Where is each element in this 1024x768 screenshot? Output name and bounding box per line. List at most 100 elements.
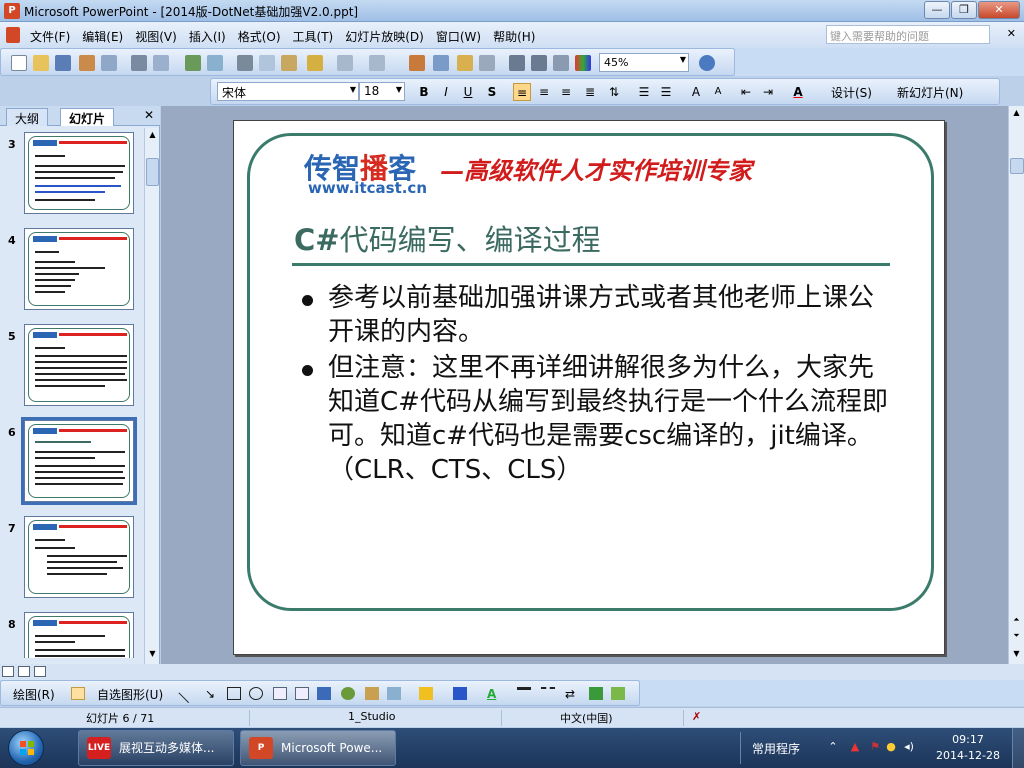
diagram-icon[interactable]: [341, 687, 355, 700]
insert-hyperlink-icon[interactable]: [479, 55, 495, 71]
draw-menu-button[interactable]: 绘图(R): [13, 686, 55, 703]
close-icon[interactable]: ✕: [144, 108, 154, 122]
thumbnail-row[interactable]: 3: [0, 128, 144, 218]
thumbnails-scrollbar[interactable]: ▲ ▼: [144, 128, 159, 664]
powerpoint-icon[interactable]: P: [4, 3, 20, 19]
copy-icon[interactable]: [259, 55, 275, 71]
previous-slide-icon[interactable]: ⏶: [1010, 615, 1023, 628]
format-painter-icon[interactable]: [307, 55, 323, 71]
zoom-select[interactable]: 45% ▼: [599, 53, 689, 72]
clipart-icon[interactable]: [365, 687, 379, 700]
taskbar-item-powerpoint[interactable]: P Microsoft Powe...: [240, 730, 396, 766]
next-slide-icon[interactable]: ⏷: [1010, 631, 1023, 644]
save-icon[interactable]: [55, 55, 71, 71]
textbox-icon[interactable]: [273, 687, 287, 700]
thumbnail-row-selected[interactable]: 6: [0, 416, 144, 506]
line-color-icon[interactable]: [453, 687, 467, 700]
document-close-icon[interactable]: ✕: [1007, 27, 1016, 40]
shadow-button[interactable]: S: [483, 83, 501, 101]
increase-font-button[interactable]: A: [687, 83, 705, 101]
slide-sorter-icon[interactable]: [18, 666, 30, 677]
thumbnail-row[interactable]: 5: [0, 320, 144, 410]
research-icon[interactable]: [207, 55, 223, 71]
slide-canvas[interactable]: 传智播客 www.itcast.cn —高级软件人才实作培训专家 C#代码编写、…: [233, 120, 945, 655]
thumbnail-row[interactable]: 7: [0, 512, 144, 602]
italic-button[interactable]: I: [437, 83, 455, 101]
menu-help[interactable]: 帮助(H): [493, 28, 535, 45]
tab-slides[interactable]: 幻灯片: [60, 108, 115, 126]
slide-thumbnail[interactable]: [24, 612, 134, 658]
permission-icon[interactable]: [79, 55, 95, 71]
menu-insert[interactable]: 插入(I): [189, 28, 226, 45]
thumbnail-row[interactable]: 8: [0, 608, 144, 658]
taskbar-item-live[interactable]: LIVE 展视互动多媒体...: [78, 730, 234, 766]
new-slide-button[interactable]: 新幻灯片(N): [897, 84, 963, 101]
bullets-button[interactable]: ☰: [657, 83, 675, 101]
volume-icon[interactable]: ◂): [902, 740, 916, 754]
align-left-button[interactable]: ≡: [513, 83, 531, 101]
slide-thumbnail-selected[interactable]: [21, 417, 137, 505]
scrollbar-thumb[interactable]: [1010, 158, 1024, 174]
wordart-icon[interactable]: [317, 687, 331, 700]
menu-slideshow[interactable]: 幻灯片放映(D): [345, 28, 424, 45]
slide-thumbnail[interactable]: [24, 516, 134, 598]
decrease-indent-button[interactable]: ⇤: [737, 83, 755, 101]
spelling-icon[interactable]: [185, 55, 201, 71]
document-icon[interactable]: [6, 27, 20, 43]
print-icon[interactable]: [131, 55, 147, 71]
arrow-style-icon[interactable]: ⇄: [565, 687, 579, 701]
paste-icon[interactable]: [281, 55, 297, 71]
menu-edit[interactable]: 编辑(E): [82, 28, 123, 45]
menu-view[interactable]: 视图(V): [135, 28, 177, 45]
line-style-icon[interactable]: [517, 687, 531, 700]
close-button[interactable]: ✕: [978, 1, 1020, 19]
qq-icon[interactable]: ●: [884, 740, 898, 754]
menu-format[interactable]: 格式(O): [238, 28, 281, 45]
maximize-button[interactable]: ❐: [951, 1, 977, 19]
slide-thumbnail[interactable]: [24, 228, 134, 310]
align-center-button[interactable]: ≡: [535, 83, 553, 101]
autoshapes-button[interactable]: 自选图形(U): [97, 686, 163, 703]
picture-icon[interactable]: [387, 687, 401, 700]
menu-file[interactable]: 文件(F): [30, 28, 70, 45]
scroll-down-icon[interactable]: ▼: [146, 649, 159, 662]
justify-button[interactable]: ≣: [581, 83, 599, 101]
fill-color-icon[interactable]: [419, 687, 433, 700]
normal-view-icon[interactable]: [2, 666, 14, 677]
font-color-icon[interactable]: A: [487, 687, 501, 701]
email-icon[interactable]: [101, 55, 117, 71]
thumbnail-row[interactable]: 4: [0, 224, 144, 314]
print-preview-icon[interactable]: [153, 55, 169, 71]
slide-thumbnail[interactable]: [24, 324, 134, 406]
network-icon[interactable]: ▲: [848, 740, 862, 754]
scroll-up-icon[interactable]: ▲: [146, 130, 159, 143]
cut-icon[interactable]: [237, 55, 253, 71]
menu-tools[interactable]: 工具(T): [293, 28, 334, 45]
line-icon[interactable]: [178, 683, 198, 704]
new-icon[interactable]: [11, 55, 27, 71]
select-pointer-icon[interactable]: [71, 687, 85, 700]
scroll-up-icon[interactable]: ▲: [1010, 108, 1023, 121]
scrollbar-thumb[interactable]: [146, 158, 159, 186]
slide-thumbnail[interactable]: [24, 132, 134, 214]
insert-table-icon[interactable]: [433, 55, 449, 71]
color-grayscale-icon[interactable]: [575, 55, 591, 71]
show-desktop-button[interactable]: [1012, 728, 1024, 768]
menu-window[interactable]: 窗口(W): [436, 28, 481, 45]
scroll-down-icon[interactable]: ▼: [1010, 649, 1023, 662]
tables-borders-icon[interactable]: [457, 55, 473, 71]
chevron-up-icon[interactable]: ⌃: [826, 740, 840, 754]
help-search-input[interactable]: 键入需要帮助的问题: [826, 25, 990, 44]
slideshow-icon[interactable]: [34, 666, 46, 677]
font-color-button[interactable]: A: [789, 83, 807, 101]
text-direction-button[interactable]: ⇅: [605, 83, 623, 101]
arrow-icon[interactable]: ↘: [205, 687, 219, 701]
shadow-style-icon[interactable]: [589, 687, 603, 700]
slide-body[interactable]: 参考以前基础加强讲课方式或者其他老师上课公开课的内容。 但注意：这里不再详细讲解…: [298, 281, 898, 489]
open-icon[interactable]: [33, 55, 49, 71]
decrease-font-button[interactable]: A: [709, 83, 727, 101]
dash-style-icon[interactable]: [541, 687, 555, 700]
expand-all-icon[interactable]: [509, 55, 525, 71]
minimize-button[interactable]: —: [924, 1, 950, 19]
redo-icon[interactable]: [369, 55, 385, 71]
